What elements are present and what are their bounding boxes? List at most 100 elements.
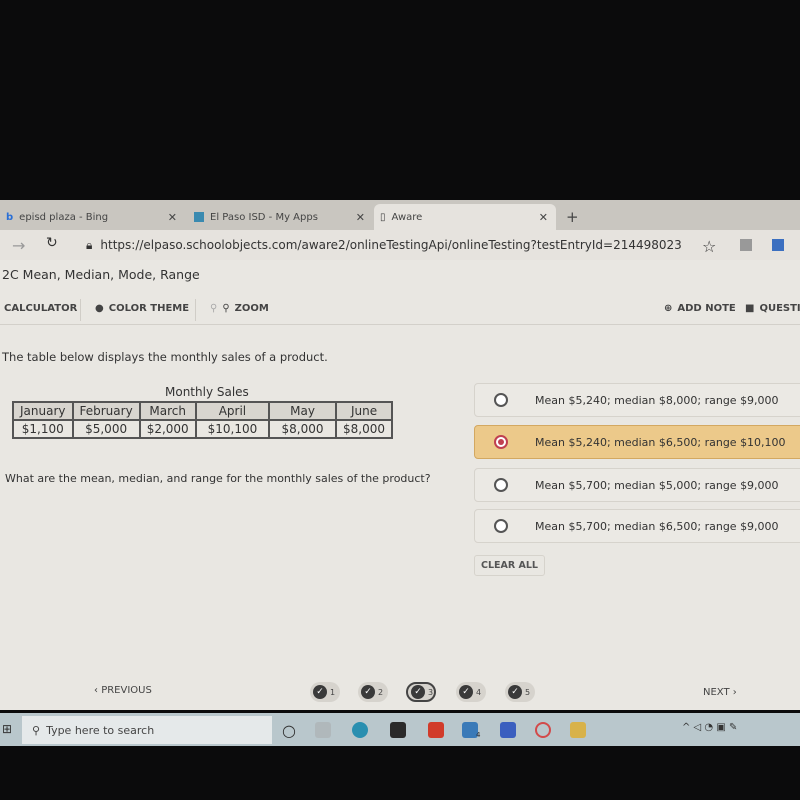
new-tab-button[interactable]: +: [560, 204, 579, 230]
calculator-label: CALCULATOR: [4, 303, 78, 314]
store-icon[interactable]: [390, 722, 406, 738]
previous-button[interactable]: ‹ PREVIOUS: [94, 685, 152, 696]
answer-option-a[interactable]: Mean $5,240; median $8,000; range $9,000: [474, 383, 800, 417]
option-label: Mean $5,700; median $5,000; range $9,000: [535, 478, 779, 492]
lock-icon: 🔒︎: [86, 237, 93, 252]
question-5-button[interactable]: ✓ 5: [505, 682, 535, 702]
close-tab-icon[interactable]: ✕: [168, 211, 177, 224]
system-tray-icons[interactable]: ^ ◁ ◔ ▣ ✎: [682, 722, 737, 733]
tab-bing[interactable]: b episd plaza - Bing ✕: [0, 204, 185, 230]
add-note-button[interactable]: ⊕ ADD NOTE: [664, 303, 736, 314]
check-icon: ✓: [361, 685, 375, 699]
file-explorer-icon[interactable]: [570, 722, 586, 738]
radio-button[interactable]: [494, 393, 508, 407]
table-header-row: January February March April May June: [12, 401, 394, 421]
check-icon: ✓: [508, 685, 522, 699]
header-cell: May: [268, 401, 337, 421]
browser-tab-bar: b episd plaza - Bing ✕ El Paso ISD - My Ap…: [0, 200, 800, 230]
option-label: Mean $5,240; median $6,500; range $10,10…: [535, 435, 786, 449]
favorite-icon[interactable]: ☆: [702, 237, 716, 256]
close-tab-icon[interactable]: ✕: [356, 211, 365, 224]
value-cell: $8,000: [268, 419, 337, 439]
question-3-button[interactable]: ✓ 3: [406, 682, 436, 702]
option-label: Mean $5,700; median $6,500; range $9,000: [535, 519, 779, 533]
extension-icon[interactable]: [740, 239, 752, 251]
calculator-button[interactable]: CALCULATOR: [4, 303, 77, 314]
header-cell: February: [71, 401, 141, 421]
value-cell: $10,100: [194, 419, 271, 439]
zoom-button[interactable]: ⚲ ⚲ ZOOM: [210, 303, 269, 314]
zoom-label: ZOOM: [234, 303, 269, 314]
header-cell: March: [138, 401, 197, 421]
bing-icon: b: [6, 211, 14, 223]
close-tab-icon[interactable]: ✕: [539, 211, 548, 224]
zoom-out-icon[interactable]: ⚲: [210, 303, 217, 314]
value-cell: $8,000: [334, 419, 394, 439]
question-text: What are the mean, median, and range for…: [5, 472, 431, 485]
sales-table: January February March April May June $1…: [12, 401, 394, 439]
color-theme-button[interactable]: ● COLOR THEME: [95, 303, 189, 314]
cortana-icon[interactable]: ○: [282, 721, 296, 740]
value-cell: $2,000: [138, 419, 197, 439]
flag-icon: ■: [745, 303, 755, 314]
page-icon: ▯: [380, 211, 386, 223]
office-icon[interactable]: [428, 722, 444, 738]
next-label: NEXT: [703, 687, 730, 698]
url-field[interactable]: 🔒︎ https://elpaso.schoolobjects.com/aware…: [86, 234, 686, 256]
header-cell: April: [194, 401, 271, 421]
search-placeholder: Type here to search: [46, 723, 155, 737]
question-button[interactable]: ■ QUESTI: [745, 303, 800, 314]
tab-my-apps[interactable]: El Paso ISD - My Apps ✕: [188, 204, 373, 230]
edge-icon[interactable]: [352, 722, 368, 738]
table-caption: Monthly Sales: [165, 385, 249, 399]
question-4-button[interactable]: ✓ 4: [456, 682, 486, 702]
refresh-icon[interactable]: ↻: [46, 235, 58, 251]
question-number: 1: [330, 687, 336, 697]
windows-start-icon[interactable]: ⊞: [2, 722, 12, 736]
zoom-in-icon[interactable]: ⚲: [222, 303, 229, 314]
url-text: https://elpaso.schoolobjects.com/aware2/…: [100, 238, 682, 252]
header-cell: January: [12, 401, 74, 421]
plus-circle-icon: ⊕: [664, 303, 673, 314]
opera-icon[interactable]: [535, 722, 551, 738]
task-view-icon[interactable]: [315, 722, 331, 738]
tab-label: Aware: [391, 211, 423, 223]
clear-all-button[interactable]: CLEAR ALL: [474, 555, 545, 576]
color-theme-label: COLOR THEME: [108, 303, 190, 314]
taskbar-search[interactable]: ⚲ Type here to search: [22, 716, 272, 744]
header-cell: June: [334, 401, 394, 421]
app-icon: [194, 212, 204, 222]
search-icon: ⚲: [32, 723, 41, 737]
question-number: 3: [428, 687, 434, 697]
next-button[interactable]: NEXT ›: [703, 687, 737, 698]
radio-button-selected[interactable]: [494, 435, 508, 449]
table-row: $1,100 $5,000 $2,000 $10,100 $8,000 $8,0…: [12, 419, 394, 439]
question-number: 5: [525, 687, 531, 697]
chevron-right-icon: ›: [729, 687, 737, 698]
address-bar-row: → ↻ 🔒︎ https://elpaso.schoolobjects.com/a…: [0, 230, 800, 260]
check-icon: ✓: [313, 685, 327, 699]
windows-taskbar: ⊞ ⚲ Type here to search ○ 4 ^ ◁ ◔ ▣ ✎: [0, 713, 800, 746]
answer-option-b[interactable]: Mean $5,240; median $6,500; range $10,10…: [474, 425, 800, 459]
radio-button[interactable]: [494, 519, 508, 533]
tab-label: El Paso ISD - My Apps: [210, 211, 318, 223]
question-2-button[interactable]: ✓ 2: [358, 682, 388, 702]
forward-icon[interactable]: →: [12, 236, 25, 255]
mail-badge: 4: [476, 731, 481, 739]
page-title: 2C Mean, Median, Mode, Range: [2, 267, 200, 282]
previous-label: PREVIOUS: [101, 685, 152, 696]
whiteboard-icon[interactable]: [500, 722, 516, 738]
question-number: 4: [476, 687, 482, 697]
tab-aware[interactable]: ▯ Aware ✕: [374, 204, 556, 230]
question-1-button[interactable]: ✓ 1: [310, 682, 340, 702]
radio-button[interactable]: [494, 478, 508, 492]
value-cell: $5,000: [71, 419, 141, 439]
question-label: QUESTI: [759, 303, 800, 314]
add-note-label: ADD NOTE: [677, 303, 736, 314]
test-toolbar: CALCULATOR ● COLOR THEME ⚲ ⚲ ZOOM ⊕ ADD NOTE…: [0, 295, 800, 325]
answer-option-d[interactable]: Mean $5,700; median $6,500; range $9,000: [474, 509, 800, 543]
profile-icon[interactable]: [772, 239, 784, 251]
question-navigation: ‹ PREVIOUS ✓ 1 ✓ 2 ✓ 3 ✓ 4 ✓ 5 NEXT ›: [0, 670, 800, 710]
check-icon: ✓: [411, 685, 425, 699]
answer-option-c[interactable]: Mean $5,700; median $5,000; range $9,000: [474, 468, 800, 502]
